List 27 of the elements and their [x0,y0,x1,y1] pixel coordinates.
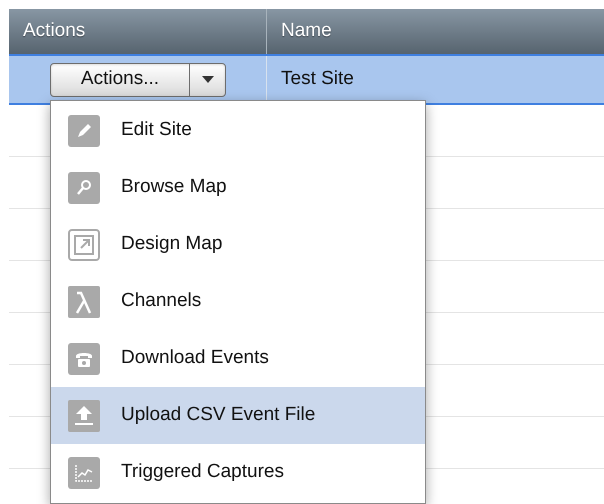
actions-dropdown-button[interactable]: Actions... [50,62,226,96]
table-row[interactable]: Actions... Test Site [9,54,604,105]
menu-item[interactable]: Channels [51,273,425,330]
menu-item[interactable]: Upload CSV Event File [51,387,425,444]
menu-item-label: Edit Site [121,118,192,142]
chart-icon [68,456,100,488]
upload-icon [68,400,100,432]
column-header[interactable]: Actions [23,17,86,46]
menu-item[interactable]: Triggered Captures [51,444,425,501]
table-cell-text: Test Site [281,67,354,92]
telephone-icon [68,342,100,374]
menu-item-label: Channels [121,289,202,314]
menu-item[interactable]: Browse Map [51,159,425,216]
magnifier-icon [68,172,100,204]
pencil-icon [68,114,100,146]
menu-item-label: Triggered Captures [121,460,284,484]
lambda-icon [68,286,100,318]
resize-box-icon [68,228,100,260]
menu-item[interactable]: Download Events [51,330,425,387]
menu-item[interactable]: Edit Site [51,102,425,159]
menu-item-label: Design Map [121,232,222,256]
menu-item-label: Download Events [121,346,269,370]
caret-icon [202,76,214,83]
menu-item-label: Browse Map [121,175,227,200]
menu-item-label: Upload CSV Event File [121,403,316,428]
column-header[interactable]: Name [281,17,332,46]
menu-item[interactable]: Design Map [51,216,425,273]
